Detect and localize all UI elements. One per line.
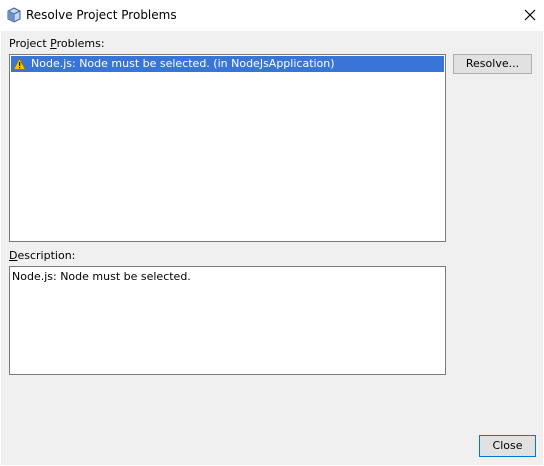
title-bar: Resolve Project Problems <box>0 0 544 31</box>
description-label: Description: <box>9 249 76 262</box>
netbeans-cube-icon <box>7 7 21 23</box>
description-textarea[interactable]: Node.js: Node must be selected. <box>9 266 446 375</box>
window-title: Resolve Project Problems <box>26 8 177 22</box>
dialog-body: Project Problems: Node.js: Node must be … <box>1 31 543 465</box>
resolve-button[interactable]: Resolve... <box>453 54 532 74</box>
close-button[interactable]: Close <box>479 435 536 457</box>
close-window-icon[interactable] <box>521 6 539 24</box>
project-problems-label: Project Problems: <box>9 37 105 50</box>
list-item[interactable]: Node.js: Node must be selected. (in Node… <box>11 56 444 72</box>
description-text: Node.js: Node must be selected. <box>12 270 191 283</box>
warning-icon <box>13 58 26 70</box>
list-item-text: Node.js: Node must be selected. (in Node… <box>31 57 335 70</box>
problems-list[interactable]: Node.js: Node must be selected. (in Node… <box>9 54 446 242</box>
